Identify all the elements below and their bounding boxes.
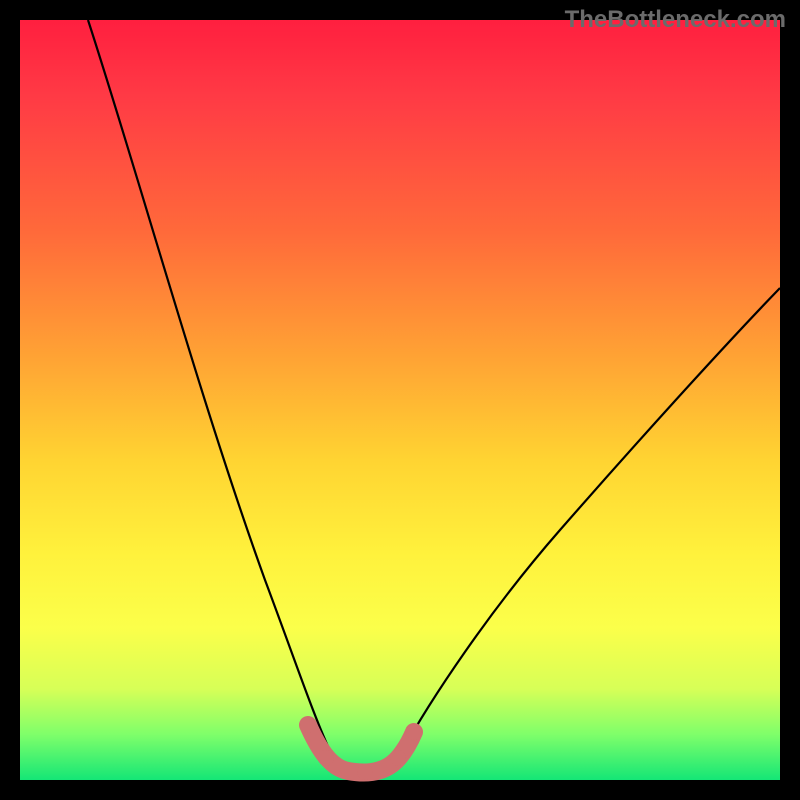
highlight-dot [390, 750, 406, 766]
highlight-dot [357, 764, 373, 780]
highlight-dot [318, 750, 334, 766]
bottleneck-curve-path [88, 20, 780, 772]
bottleneck-curve-svg [20, 20, 780, 780]
watermark-text: TheBottleneck.com [565, 6, 786, 34]
gradient-plot-area [20, 20, 780, 780]
highlight-dot [406, 724, 422, 740]
highlight-dot [300, 717, 316, 733]
chart-frame: TheBottleneck.com [0, 0, 800, 800]
